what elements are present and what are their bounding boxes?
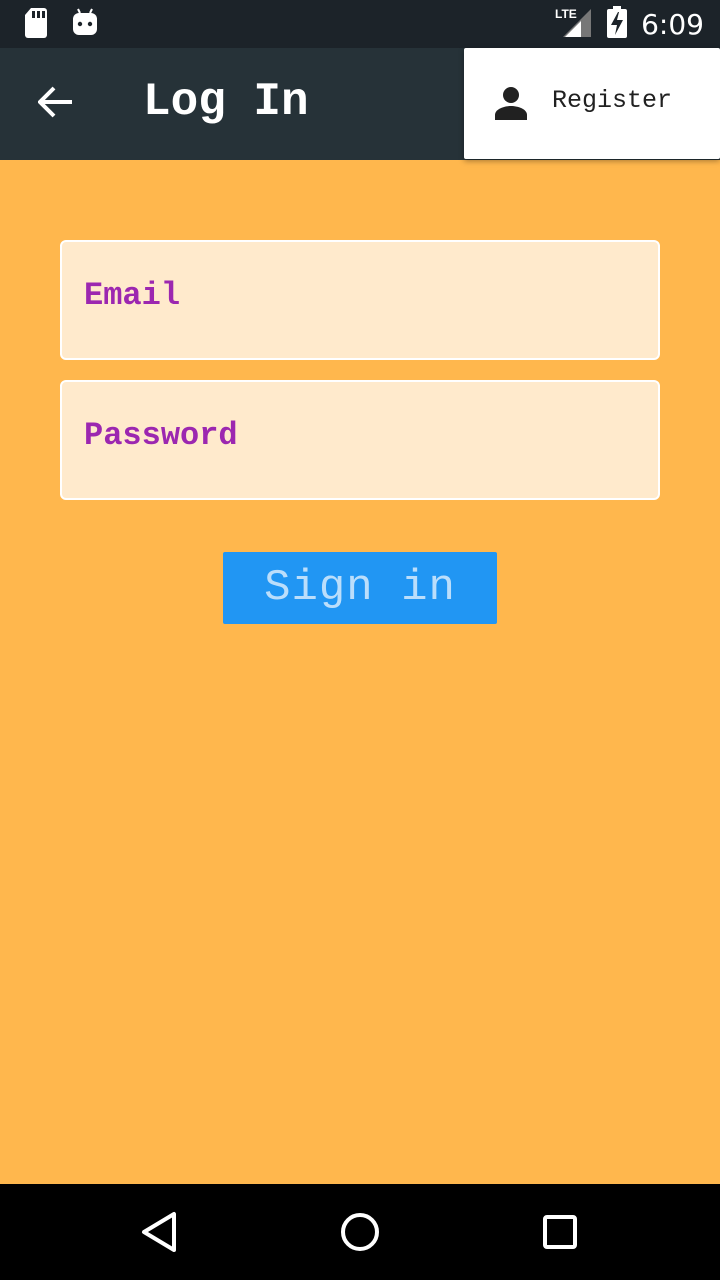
nav-back-button[interactable] bbox=[136, 1208, 184, 1256]
menu-item-register[interactable]: Register bbox=[464, 48, 720, 159]
nav-recents-button[interactable] bbox=[536, 1208, 584, 1256]
password-field[interactable]: Password bbox=[60, 380, 660, 500]
back-button[interactable] bbox=[30, 82, 82, 126]
arrow-back-icon bbox=[37, 86, 74, 123]
network-label: LTE bbox=[555, 7, 577, 21]
nav-home-button[interactable] bbox=[336, 1208, 384, 1256]
system-nav-bar bbox=[0, 1184, 720, 1280]
lte-signal-icon: LTE bbox=[555, 7, 593, 42]
sign-in-label: Sign in bbox=[264, 563, 456, 613]
sign-in-button[interactable]: Sign in bbox=[223, 552, 497, 624]
back-triangle-icon bbox=[136, 1212, 184, 1261]
status-bar: LTE 6:09 bbox=[0, 0, 720, 48]
person-icon bbox=[494, 86, 528, 125]
email-field[interactable]: Email bbox=[60, 240, 660, 360]
recents-square-icon bbox=[536, 1215, 584, 1261]
battery-charging-icon bbox=[607, 6, 628, 43]
android-icon bbox=[72, 8, 98, 43]
clock: 6:09 bbox=[641, 7, 704, 41]
password-placeholder: Password bbox=[84, 417, 238, 454]
menu-item-label: Register bbox=[552, 86, 673, 115]
email-placeholder: Email bbox=[84, 277, 181, 314]
sd-card-icon bbox=[24, 8, 48, 43]
home-circle-icon bbox=[336, 1213, 384, 1261]
overflow-menu: Register bbox=[464, 48, 720, 159]
page-title: Log In bbox=[143, 76, 309, 128]
